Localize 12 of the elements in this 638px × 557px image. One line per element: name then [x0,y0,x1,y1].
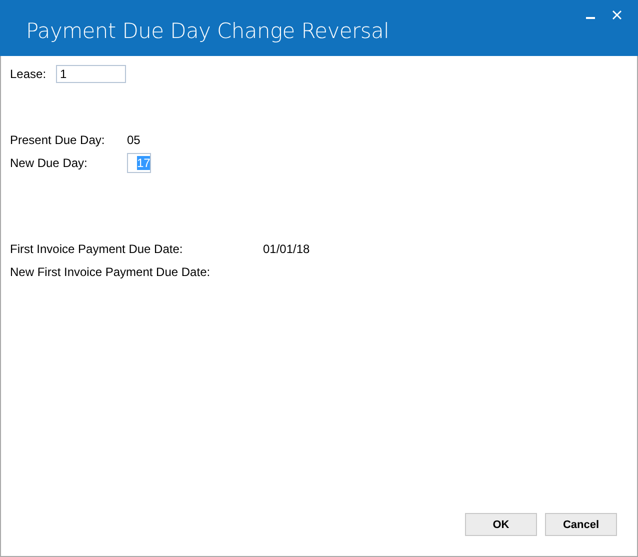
cancel-button[interactable]: Cancel [545,513,617,536]
present-due-day-value: 05 [127,133,140,147]
new-first-invoice-due-date-label: New First Invoice Payment Due Date: [10,265,210,279]
present-due-day-label: Present Due Day: [10,133,106,147]
first-invoice-due-date-value: 01/01/18 [263,242,310,256]
lease-field[interactable]: 1 [56,65,126,83]
new-due-day-label: New Due Day: [10,156,88,170]
first-invoice-due-date-label: First Invoice Payment Due Date: [10,242,184,256]
lease-label: Lease: [10,67,48,81]
close-icon[interactable] [612,10,622,20]
window-title: Payment Due Day Change Reversal [26,19,390,45]
ok-button[interactable]: OK [465,513,537,536]
